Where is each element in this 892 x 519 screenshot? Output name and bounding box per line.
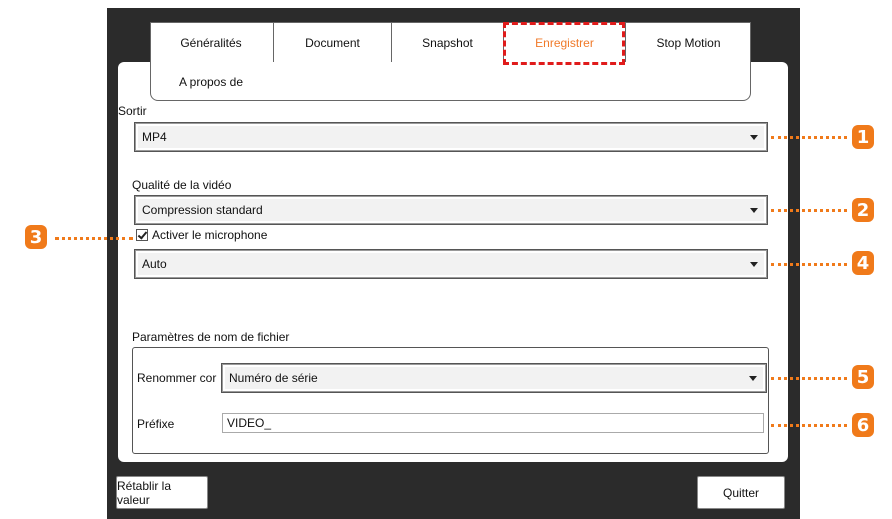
- tab-generalites-label[interactable]: Généralités: [151, 23, 271, 62]
- tab-a-propos-label[interactable]: A propos de: [151, 64, 271, 100]
- callout-leader-6: [771, 424, 847, 427]
- callout-leader-1: [771, 136, 847, 139]
- rename-value: Numéro de série: [229, 371, 318, 385]
- callout-badge-5: 5: [852, 365, 874, 389]
- microphone-value: Auto: [142, 257, 167, 271]
- prefix-input-wrapper: [222, 413, 764, 433]
- callout-badge-1: 1: [852, 125, 874, 149]
- tab-stop-motion-label[interactable]: Stop Motion: [625, 23, 751, 62]
- chevron-down-icon: [750, 208, 758, 213]
- tab-snapshot-label[interactable]: Snapshot: [391, 23, 503, 62]
- quality-value: Compression standard: [142, 203, 263, 217]
- output-select[interactable]: MP4: [135, 123, 767, 151]
- callout-leader-2: [771, 209, 847, 212]
- reset-button[interactable]: Rétablir la valeur: [116, 476, 208, 509]
- tab-enregistrer-label[interactable]: Enregistrer: [503, 23, 625, 62]
- output-value: MP4: [142, 130, 167, 144]
- chevron-down-icon: [749, 376, 757, 381]
- microphone-label[interactable]: Activer le microphone: [152, 228, 267, 242]
- callout-badge-2: 2: [852, 198, 874, 222]
- prefix-input[interactable]: [223, 414, 763, 432]
- microphone-select[interactable]: Auto: [135, 250, 767, 278]
- prefix-label: Préfixe: [137, 417, 175, 431]
- microphone-checkbox[interactable]: [136, 229, 148, 241]
- callout-leader-3: [55, 237, 133, 240]
- callout-leader-5: [771, 377, 847, 380]
- quality-select[interactable]: Compression standard: [135, 196, 767, 224]
- quality-label: Qualité de la vidéo: [132, 178, 232, 192]
- tab-bar-overlay: Généralités Document Snapshot Enregistre…: [150, 22, 751, 101]
- callout-leader-4: [771, 263, 847, 266]
- quit-button[interactable]: Quitter: [697, 476, 785, 509]
- output-label: Sortir: [118, 104, 147, 118]
- rename-label: Renommer cor: [137, 371, 217, 385]
- filename-group-label: Paramètres de nom de fichier: [132, 330, 290, 344]
- tab-document-label[interactable]: Document: [273, 23, 391, 62]
- callout-badge-6: 6: [852, 413, 874, 437]
- rename-select[interactable]: Numéro de série: [222, 364, 766, 392]
- callout-badge-4: 4: [852, 251, 874, 275]
- chevron-down-icon: [750, 262, 758, 267]
- callout-badge-3: 3: [25, 225, 47, 249]
- chevron-down-icon: [750, 135, 758, 140]
